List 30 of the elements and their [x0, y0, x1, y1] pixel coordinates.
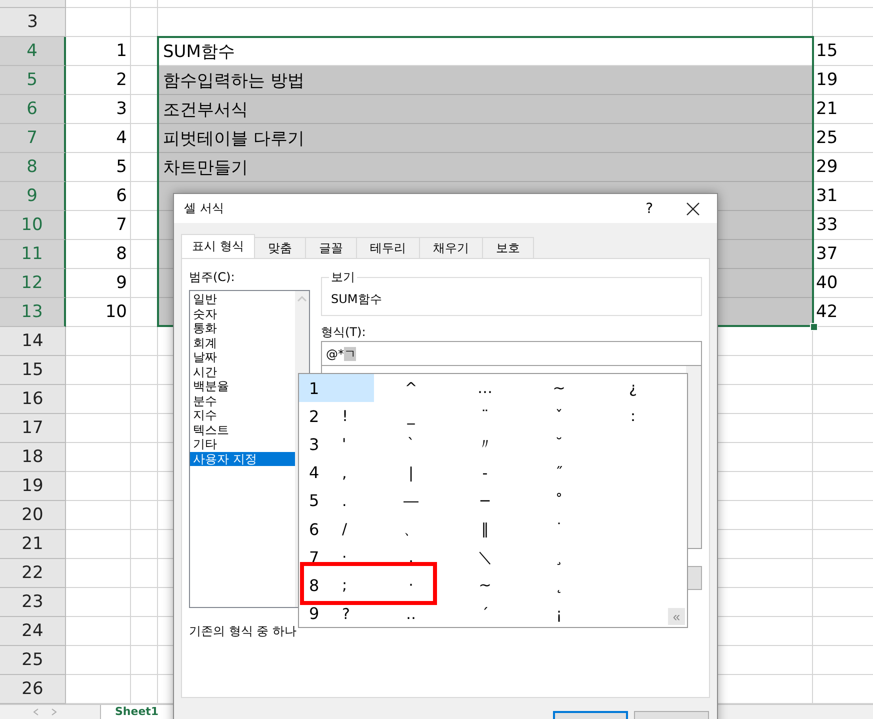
- page-cell: 31: [816, 186, 838, 206]
- preview-label: 보기: [329, 269, 357, 286]
- page-cell: 33: [816, 215, 838, 235]
- hint-text: 기존의 형식 중 하나: [189, 623, 298, 640]
- number-cell: 5: [116, 157, 127, 177]
- page-cell: 40: [816, 273, 838, 293]
- number-cell: 1: [116, 41, 127, 61]
- number-cell: 3: [116, 99, 127, 119]
- page-cell: 19: [816, 70, 838, 90]
- page-cell: 25: [816, 128, 838, 148]
- number-cell: 2: [116, 70, 127, 90]
- number-cell: 4: [116, 128, 127, 148]
- page-cell: 42: [816, 302, 838, 322]
- title-cell: 함수입력하는 방법: [158, 66, 813, 95]
- page-cell: 29: [816, 157, 838, 177]
- number-cell: 8: [116, 244, 127, 264]
- title-cell: 피벗테이블 다루기: [158, 124, 813, 153]
- dialog-title: 셀 서식: [184, 200, 225, 217]
- number-cell: 9: [116, 273, 127, 293]
- number-cell: 10: [105, 302, 127, 322]
- format-label: 형식(T):: [321, 324, 367, 341]
- number-cell: 7: [116, 215, 127, 235]
- preview-text: SUM함수: [331, 291, 382, 308]
- page-cell: 21: [816, 99, 838, 119]
- page-cell: 37: [816, 244, 838, 264]
- category-label: 범주(C):: [189, 269, 236, 286]
- number-cell: 6: [116, 186, 127, 206]
- title-cell: 차트만들기: [158, 153, 813, 182]
- title-cell: 조건부서식: [158, 95, 813, 124]
- page-cell: 15: [816, 41, 838, 61]
